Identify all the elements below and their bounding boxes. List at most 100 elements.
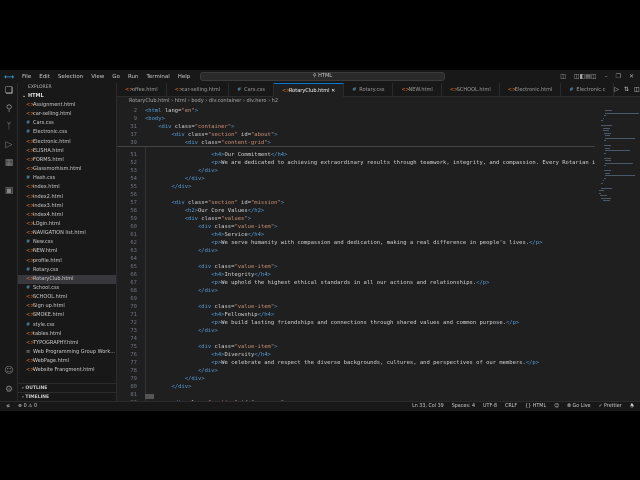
search-icon[interactable]: ⚲ bbox=[0, 104, 18, 114]
tab-electronic-c[interactable]: # Electronic.c bbox=[561, 83, 615, 97]
tab-cars-css[interactable]: # Cars.css bbox=[229, 83, 274, 97]
file-item[interactable]: <>TYPOGRAPHY.html bbox=[18, 339, 116, 348]
menu-run[interactable]: Run bbox=[124, 74, 143, 80]
file-item[interactable]: <>profile.html bbox=[18, 257, 116, 266]
file-item[interactable]: # School.css bbox=[18, 284, 116, 293]
file-item[interactable]: <>SCHOOL.html bbox=[18, 293, 116, 302]
tab-offee-html[interactable]: <>offee.html bbox=[117, 83, 167, 97]
close-button[interactable]: ✕ bbox=[629, 73, 634, 80]
copilot-icon[interactable]: ◫ bbox=[560, 73, 566, 80]
scrollbar[interactable] bbox=[145, 394, 154, 399]
file-item[interactable]: <>Glassmorhism.html bbox=[18, 165, 116, 174]
indentation[interactable]: Spaces: 4 bbox=[452, 402, 475, 411]
source-control-icon[interactable]: ᛉ bbox=[0, 122, 18, 132]
code-text: <h4>Integrity</h4> bbox=[211, 272, 271, 278]
line-ending[interactable]: CRLF bbox=[505, 402, 517, 411]
account-icon[interactable]: ☺ bbox=[0, 366, 18, 376]
menu-edit[interactable]: Edit bbox=[35, 74, 54, 80]
remote-explorer-icon[interactable]: ▣ bbox=[0, 186, 18, 196]
menu-help[interactable]: Help bbox=[174, 74, 195, 80]
code-line: 71 <h4>Fellowship</h4> bbox=[117, 311, 595, 319]
file-item[interactable]: <>tables.html bbox=[18, 330, 116, 339]
file-item[interactable]: # New.css bbox=[18, 238, 116, 247]
tab-new-html[interactable]: <>NEW.html bbox=[393, 83, 442, 97]
menu-file[interactable]: File bbox=[18, 74, 35, 80]
tab-electronic-html[interactable]: <>Electronic.html bbox=[500, 83, 562, 97]
tab-rotary-css[interactable]: # Rotary.css bbox=[344, 83, 394, 97]
file-item[interactable]: <>SMOKE.html bbox=[18, 311, 116, 320]
tab-label: RotaryClub.html bbox=[288, 88, 330, 94]
minimap[interactable] bbox=[595, 106, 640, 401]
file-item[interactable]: # Electronic.css bbox=[18, 128, 116, 137]
file-item[interactable]: <>index.html bbox=[18, 183, 116, 192]
file-item[interactable]: <>ELISHA.html bbox=[18, 147, 116, 156]
file-item[interactable]: <>index3.html bbox=[18, 202, 116, 211]
split-editor-icon[interactable]: ◫ bbox=[634, 83, 640, 96]
file-item[interactable]: <>Electronic.html bbox=[18, 138, 116, 147]
breadcrumb-item[interactable]: div.hero bbox=[247, 98, 267, 104]
problems-indicator[interactable]: ⊗ 0 ⚠ 0 bbox=[18, 402, 37, 411]
title-bar: ⟷ File Edit Selection View Go Run Terminal Help… bbox=[0, 70, 640, 83]
file-item[interactable]: <>Website Frangment.html bbox=[18, 366, 116, 375]
breadcrumb-item[interactable]: RotaryClub.html bbox=[129, 98, 170, 104]
breadcrumb-item[interactable]: html bbox=[175, 98, 186, 104]
code-line: 51 <h4>Our Commitment</h4> bbox=[117, 151, 595, 159]
compare-icon[interactable]: ⇅ bbox=[624, 83, 629, 96]
menu-go[interactable]: Go bbox=[108, 74, 124, 80]
file-item[interactable]: # Cars.css bbox=[18, 119, 116, 128]
menu-selection[interactable]: Selection bbox=[54, 74, 87, 80]
encoding[interactable]: UTF-8 bbox=[483, 402, 497, 411]
file-item[interactable]: # Hash.css bbox=[18, 174, 116, 183]
file-item[interactable]: <>RotaryClub.html bbox=[18, 274, 116, 284]
tab-rotaryclub-html[interactable]: <>RotaryClub.html ✕ bbox=[273, 83, 345, 97]
tab-car-selling-html[interactable]: <>car-selling.html bbox=[167, 83, 230, 97]
file-item[interactable]: <>WebPage.html bbox=[18, 357, 116, 366]
file-item[interactable]: <>car-selling.html bbox=[18, 110, 116, 119]
file-item[interactable]: # style.css bbox=[18, 321, 116, 330]
timeline-section[interactable]: › TIMELINE bbox=[18, 392, 116, 401]
copilot-status-icon[interactable]: ☺ bbox=[554, 402, 559, 411]
language-mode[interactable]: {} HTML bbox=[525, 402, 546, 411]
file-item[interactable]: <>NEW.html bbox=[18, 247, 116, 256]
file-item[interactable]: # Rotary.css bbox=[18, 266, 116, 275]
notifications-bell-icon[interactable]: 🕭 bbox=[630, 402, 634, 411]
code-editor[interactable]: 2 <html lang="en"> 9 <body> 31 <div class="c… bbox=[117, 106, 595, 401]
breadcrumb-item[interactable]: body bbox=[191, 98, 203, 104]
folder-html[interactable]: ⌄ HTML bbox=[18, 92, 116, 101]
line-number: 60 bbox=[130, 224, 137, 230]
html-file-icon: <> bbox=[26, 202, 35, 209]
file-item[interactable]: <>LOgin.html bbox=[18, 220, 116, 229]
file-item[interactable]: <>index2.html bbox=[18, 193, 116, 202]
remote-icon[interactable]: ⪇ bbox=[6, 402, 10, 411]
extensions-icon[interactable]: ▦ bbox=[0, 158, 18, 168]
file-item[interactable]: <>FORMS.html bbox=[18, 156, 116, 165]
file-item[interactable]: <>index4.html bbox=[18, 211, 116, 220]
file-item[interactable]: <>Assignment.html bbox=[18, 101, 116, 110]
settings-gear-icon[interactable]: ⚙ bbox=[0, 385, 18, 395]
file-item[interactable]: ≡ Web Programming Group Work... bbox=[18, 348, 116, 357]
close-tab-icon[interactable]: ✕ bbox=[330, 88, 335, 94]
language-label: HTML bbox=[532, 404, 547, 409]
run-debug-icon[interactable]: ▷ bbox=[0, 140, 18, 150]
maximize-button[interactable]: ❐ bbox=[616, 73, 621, 80]
code-line: 31 <div class="container"> bbox=[117, 123, 595, 131]
breadcrumb-item[interactable]: h2 bbox=[272, 98, 278, 104]
file-name: FORMS.html bbox=[33, 156, 64, 163]
tab-school-html[interactable]: <>SCHOOL.html bbox=[442, 83, 500, 97]
cursor-position[interactable]: Ln 33, Col 39 bbox=[412, 402, 444, 411]
go-live-button[interactable]: ⦾ Go Live bbox=[567, 402, 590, 411]
minimize-button[interactable]: – bbox=[605, 73, 608, 80]
outline-section[interactable]: › OUTLINE bbox=[18, 383, 116, 392]
prettier-button[interactable]: ✓ Prettier bbox=[599, 402, 622, 411]
breadcrumb-item[interactable]: div.container bbox=[209, 98, 241, 104]
html-file-icon: <> bbox=[26, 230, 35, 237]
file-item[interactable]: <>NAVIGATION list.html bbox=[18, 229, 116, 238]
explorer-icon[interactable]: ❏ bbox=[0, 86, 18, 96]
code-line: 67 <p>We uphold the highest ethical stan… bbox=[117, 279, 595, 287]
run-icon[interactable]: ▷ bbox=[614, 83, 619, 96]
layout-icons[interactable]: ◫◧▤◫ bbox=[574, 73, 597, 80]
command-center-search[interactable]: ⚲ HTML bbox=[200, 72, 445, 81]
file-item[interactable]: <>Sign up.html bbox=[18, 302, 116, 311]
menu-view[interactable]: View bbox=[87, 74, 108, 80]
menu-terminal[interactable]: Terminal bbox=[142, 74, 173, 80]
